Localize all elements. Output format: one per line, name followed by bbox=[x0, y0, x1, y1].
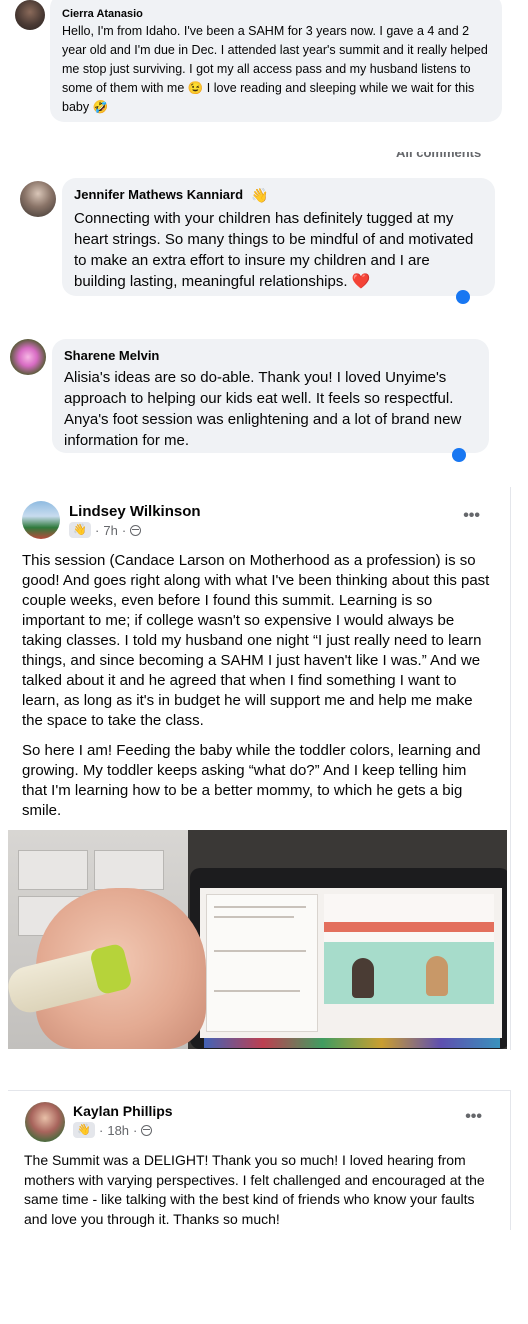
comment-bubble: Jennifer Mathews Kanniard 👋 Connecting wi… bbox=[62, 178, 495, 296]
video-graphic bbox=[324, 942, 494, 1004]
document-line-graphic bbox=[214, 990, 300, 992]
dock-graphic bbox=[204, 1038, 500, 1048]
author-name[interactable]: Kaylan Phillips bbox=[73, 1103, 173, 1119]
meta-separator: · bbox=[99, 1122, 104, 1138]
document-line-graphic bbox=[214, 906, 306, 908]
waving-hand-icon: 👋 bbox=[251, 187, 269, 203]
document-line-graphic bbox=[214, 950, 306, 952]
all-comments-filter[interactable]: All comments bbox=[396, 152, 481, 162]
more-options-icon[interactable]: ••• bbox=[465, 1108, 482, 1126]
speaker-graphic bbox=[352, 958, 374, 998]
commenter-name[interactable]: Cierra Atanasio bbox=[62, 8, 490, 20]
globe-icon bbox=[141, 1124, 153, 1136]
post-meta: 👋 · 18h · bbox=[73, 1122, 153, 1138]
author-avatar[interactable] bbox=[22, 501, 60, 539]
author-name[interactable]: Lindsey Wilkinson bbox=[69, 503, 201, 520]
post-paragraph: So here I am! Feeding the baby while the… bbox=[22, 742, 481, 819]
feed-post: Lindsey Wilkinson 👋 · 7h · ••• This sess… bbox=[8, 487, 511, 1050]
drawer-graphic bbox=[94, 850, 164, 890]
reaction-icon[interactable] bbox=[452, 448, 466, 462]
commenter-avatar[interactable] bbox=[20, 181, 56, 217]
feed-post: Kaylan Phillips 👋 · 18h · ••• The Summit… bbox=[8, 1090, 511, 1230]
commenter-name[interactable]: Sharene Melvin bbox=[64, 348, 477, 363]
post-time[interactable]: 7h bbox=[103, 523, 117, 538]
post-time[interactable]: 18h bbox=[107, 1123, 129, 1138]
author-avatar[interactable] bbox=[25, 1102, 65, 1142]
post-paragraph: This session (Candace Larson on Motherho… bbox=[22, 552, 490, 729]
commenter-name[interactable]: Jennifer Mathews Kanniard bbox=[74, 187, 243, 202]
commenter-avatar[interactable] bbox=[10, 339, 46, 375]
document-graphic bbox=[206, 894, 318, 1032]
document-line-graphic bbox=[214, 916, 294, 918]
comment-text: Hello, I'm from Idaho. I've been a SAHM … bbox=[62, 24, 488, 114]
meta-separator: · bbox=[121, 522, 127, 538]
more-options-icon[interactable]: ••• bbox=[463, 507, 480, 525]
comment-text: Alisia's ideas are so do-able. Thank you… bbox=[64, 369, 462, 449]
comment-text: Connecting with your children has defini… bbox=[74, 210, 474, 290]
globe-icon bbox=[130, 524, 142, 536]
post-text: This session (Candace Larson on Motherho… bbox=[22, 551, 492, 831]
speaker-graphic bbox=[426, 956, 448, 996]
meta-separator: · bbox=[133, 1122, 138, 1138]
meta-separator: · bbox=[95, 522, 100, 538]
comment-bubble: Cierra Atanasio Hello, I'm from Idaho. I… bbox=[50, 0, 502, 122]
post-text: The Summit was a DELIGHT! Thank you so m… bbox=[24, 1152, 485, 1227]
comment-bubble: Sharene Melvin Alisia's ideas are so do-… bbox=[52, 339, 489, 453]
member-badge-icon: 👋 bbox=[69, 522, 91, 538]
web-bar-graphic bbox=[324, 922, 494, 932]
post-meta: 👋 · 7h · bbox=[69, 522, 142, 538]
member-badge-icon: 👋 bbox=[73, 1122, 95, 1138]
post-photo[interactable] bbox=[8, 830, 507, 1049]
reaction-icon[interactable] bbox=[456, 290, 470, 304]
commenter-name-row: Jennifer Mathews Kanniard 👋 bbox=[74, 187, 483, 204]
drawer-graphic bbox=[18, 850, 88, 890]
commenter-avatar[interactable] bbox=[15, 0, 45, 30]
